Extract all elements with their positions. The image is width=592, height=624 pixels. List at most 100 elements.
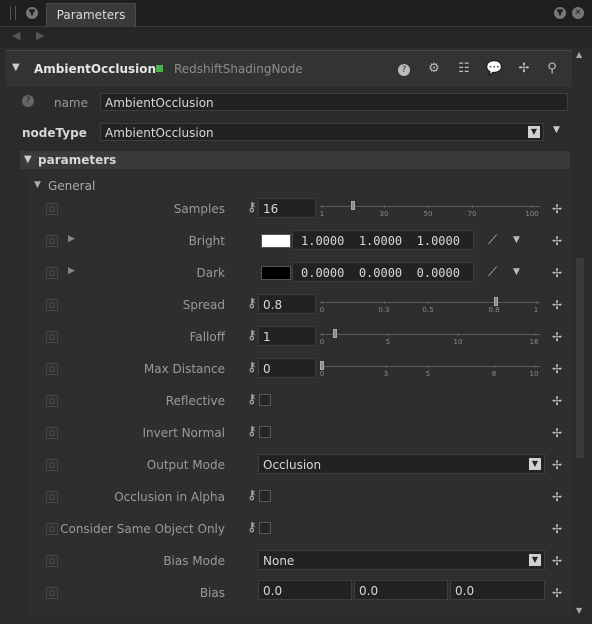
samples-slider[interactable]: 1 30 50 70 100 xyxy=(320,201,540,218)
pin-icon[interactable]: ✢ xyxy=(552,202,562,216)
samples-field[interactable]: 16 xyxy=(258,198,316,218)
pin-icon[interactable]: ✢ xyxy=(552,554,562,568)
slider-tick-label: 0.3 xyxy=(378,306,390,314)
bias-x-field[interactable]: 0.0 xyxy=(258,580,352,600)
invert-normal-checkbox[interactable] xyxy=(259,426,271,438)
node-status-indicator xyxy=(156,65,163,72)
key-icon[interactable]: ⚷ xyxy=(247,296,257,311)
parameters-section-header[interactable]: ▼ parameters xyxy=(20,151,570,169)
falloff-field[interactable]: 1 xyxy=(258,326,316,346)
slider-tick-label: 0 xyxy=(319,338,325,346)
pin-icon[interactable]: ✢ xyxy=(552,490,562,504)
gear-icon[interactable]: ⚙ xyxy=(426,61,442,77)
slider-tick-label: 5 xyxy=(385,338,391,346)
key-icon[interactable]: ⚷ xyxy=(247,392,257,407)
slider-tick-label: 70 xyxy=(467,210,477,218)
dark-color-swatch[interactable] xyxy=(261,266,291,280)
help-icon[interactable]: ? xyxy=(396,61,412,77)
pin-icon[interactable]: ✢ xyxy=(552,298,562,312)
key-icon[interactable]: ⚷ xyxy=(247,424,257,439)
falloff-slider[interactable]: 0 5 10 16 xyxy=(319,329,540,346)
bright-b[interactable]: 1.0000 xyxy=(417,234,460,248)
chevron-down-icon[interactable]: ▼ xyxy=(513,267,520,277)
name-field[interactable]: AmbientOcclusion xyxy=(100,93,568,111)
back-arrow-icon[interactable]: ◀ xyxy=(12,29,20,42)
slider-tick xyxy=(428,205,429,208)
nodetype-label: nodeType xyxy=(22,126,87,140)
scrollbar-thumb[interactable] xyxy=(576,258,584,458)
slider-track[interactable] xyxy=(320,366,540,367)
spread-slider[interactable]: 0 0.3 0.5 0.8 1 xyxy=(320,297,540,314)
key-icon[interactable]: ⚷ xyxy=(247,360,257,375)
bright-color-swatch[interactable] xyxy=(261,234,291,248)
eyedropper-icon[interactable]: ⟋ xyxy=(488,233,497,248)
comment-icon[interactable]: 💬 xyxy=(486,61,502,77)
dark-g[interactable]: 0.0000 xyxy=(359,266,402,280)
keyable-indicator-icon: D xyxy=(46,235,58,247)
eyedropper-icon[interactable]: ⟋ xyxy=(488,265,497,280)
bias-y-field[interactable]: 0.0 xyxy=(354,580,448,600)
reflective-checkbox[interactable] xyxy=(259,394,271,406)
slider-tick-label: 30 xyxy=(379,210,389,218)
tab-parameters[interactable]: Parameters xyxy=(46,3,136,27)
slider-handle[interactable] xyxy=(320,361,324,370)
reflective-label: Reflective xyxy=(165,394,225,408)
max-distance-field[interactable]: 0 xyxy=(258,358,316,378)
output-mode-dropdown[interactable]: Occlusion xyxy=(258,454,545,474)
nodetype-dropdown[interactable]: AmbientOcclusion xyxy=(100,123,544,141)
attr-help-icon[interactable]: ? xyxy=(22,95,34,107)
slider-tick xyxy=(386,365,387,368)
pin-icon[interactable]: ✢ xyxy=(552,330,562,344)
keyable-indicator-icon: D xyxy=(46,523,58,535)
panel-grip-handle[interactable] xyxy=(10,6,16,20)
chevron-down-icon[interactable]: ▼ xyxy=(528,126,540,138)
dark-r[interactable]: 0.0000 xyxy=(301,266,344,280)
forward-arrow-icon[interactable]: ▶ xyxy=(36,29,44,42)
slider-track[interactable] xyxy=(320,302,540,303)
dark-rgb-field[interactable]: 0.0000 0.0000 0.0000 xyxy=(292,262,474,282)
close-icon[interactable]: ✕ xyxy=(572,7,584,19)
nodetype-menu-icon[interactable]: ▼ xyxy=(553,125,560,135)
panel-menu-icon[interactable]: ▼ xyxy=(26,7,38,19)
pin-icon[interactable]: ✢ xyxy=(552,394,562,408)
chevron-down-icon[interactable]: ▼ xyxy=(529,554,541,566)
search-icon[interactable]: ⚲ xyxy=(544,61,560,77)
max-distance-slider[interactable]: 0 3 5 8 10 xyxy=(320,361,540,378)
slider-handle[interactable] xyxy=(494,297,498,306)
key-icon[interactable]: ⚷ xyxy=(247,520,257,535)
pin-icon[interactable]: ✢ xyxy=(552,426,562,440)
chevron-down-icon[interactable]: ▼ xyxy=(513,235,520,245)
collapse-general-icon[interactable]: ▼ xyxy=(34,180,41,190)
occlusion-in-alpha-checkbox[interactable] xyxy=(259,490,271,502)
panel-options-icon[interactable]: ▼ xyxy=(554,7,566,19)
spread-field[interactable]: 0.8 xyxy=(258,294,316,314)
scroll-down-icon[interactable]: ▼ xyxy=(576,606,582,615)
pin-icon[interactable]: ✢ xyxy=(552,362,562,376)
pin-icon[interactable]: ✢ xyxy=(552,266,562,280)
key-icon[interactable]: ⚷ xyxy=(247,328,257,343)
scroll-up-icon[interactable]: ▲ xyxy=(576,50,582,59)
bright-rgb-field[interactable]: 1.0000 1.0000 1.0000 xyxy=(292,230,474,250)
key-icon[interactable]: ⚷ xyxy=(247,200,257,215)
slider-track[interactable] xyxy=(320,334,540,335)
collapse-parameters-icon[interactable]: ▼ xyxy=(24,154,32,165)
pin-icon[interactable]: ✢ xyxy=(552,234,562,248)
chevron-down-icon[interactable]: ▼ xyxy=(529,458,541,470)
bias-mode-dropdown[interactable]: None xyxy=(258,550,545,570)
slider-handle[interactable] xyxy=(333,329,337,338)
pin-icon[interactable]: ✢ xyxy=(516,61,532,77)
bright-r[interactable]: 1.0000 xyxy=(301,234,344,248)
layout-icon[interactable]: ☷ xyxy=(456,61,472,77)
collapse-node-icon[interactable]: ▼ xyxy=(12,62,20,73)
key-icon[interactable]: ⚷ xyxy=(247,488,257,503)
max-distance-label: Max Distance xyxy=(143,362,225,376)
bright-g[interactable]: 1.0000 xyxy=(359,234,402,248)
dark-b[interactable]: 0.0000 xyxy=(417,266,460,280)
invert-normal-label: Invert Normal xyxy=(142,426,226,440)
pin-icon[interactable]: ✢ xyxy=(552,586,562,600)
same-object-checkbox[interactable] xyxy=(259,522,271,534)
pin-icon[interactable]: ✢ xyxy=(552,458,562,472)
pin-icon[interactable]: ✢ xyxy=(552,522,562,536)
bias-z-field[interactable]: 0.0 xyxy=(450,580,545,600)
slider-handle[interactable] xyxy=(351,201,355,210)
